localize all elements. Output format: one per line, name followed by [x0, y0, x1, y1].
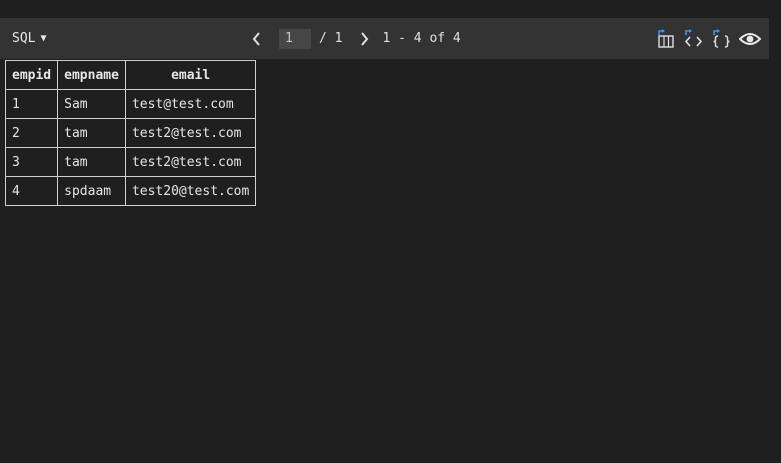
column-header-email[interactable]: email	[124, 60, 257, 90]
results-table: empid empname email 1 Sam test@test.com …	[4, 60, 257, 206]
cell-empname[interactable]: Sam	[57, 89, 126, 119]
cell-empid[interactable]: 4	[4, 176, 59, 206]
header-row: empid empname email	[4, 60, 257, 90]
export-csv-icon[interactable]	[652, 25, 680, 53]
column-header-empid[interactable]: empid	[4, 60, 59, 90]
preview-eye-icon[interactable]	[736, 25, 764, 53]
cell-email[interactable]: test2@test.com	[124, 118, 257, 148]
prev-page-icon[interactable]	[248, 29, 264, 49]
cell-empname[interactable]: tam	[57, 147, 126, 177]
cell-email[interactable]: test2@test.com	[124, 147, 257, 177]
column-header-empname[interactable]: empname	[57, 60, 126, 90]
language-label: SQL	[12, 31, 36, 46]
export-tools	[652, 18, 764, 59]
cell-empname[interactable]: tam	[57, 118, 126, 148]
cell-empname[interactable]: spdaam	[57, 176, 126, 206]
pagination: / 1 1 - 4 of 4	[248, 18, 461, 59]
export-html-icon[interactable]	[680, 25, 708, 53]
table-row: 1 Sam test@test.com	[4, 89, 257, 119]
page-total: / 1	[319, 31, 343, 46]
page-number-input[interactable]	[279, 28, 311, 49]
cell-empid[interactable]: 3	[4, 147, 59, 177]
table-row: 4 spdaam test20@test.com	[4, 176, 257, 206]
cell-email[interactable]: test@test.com	[124, 89, 257, 119]
caret-down-icon: ▼	[40, 33, 47, 44]
cell-email[interactable]: test20@test.com	[124, 176, 257, 206]
table-row: 2 tam test2@test.com	[4, 118, 257, 148]
cell-empid[interactable]: 2	[4, 118, 59, 148]
row-range: 1 - 4 of 4	[382, 31, 461, 46]
cell-empid[interactable]: 1	[4, 89, 59, 119]
language-dropdown[interactable]: SQL ▼	[12, 18, 47, 59]
export-json-icon[interactable]	[708, 25, 736, 53]
results-toolbar: SQL ▼ / 1 1 - 4 of 4	[0, 18, 769, 59]
table-row: 3 tam test2@test.com	[4, 147, 257, 177]
next-page-icon[interactable]	[356, 29, 372, 49]
